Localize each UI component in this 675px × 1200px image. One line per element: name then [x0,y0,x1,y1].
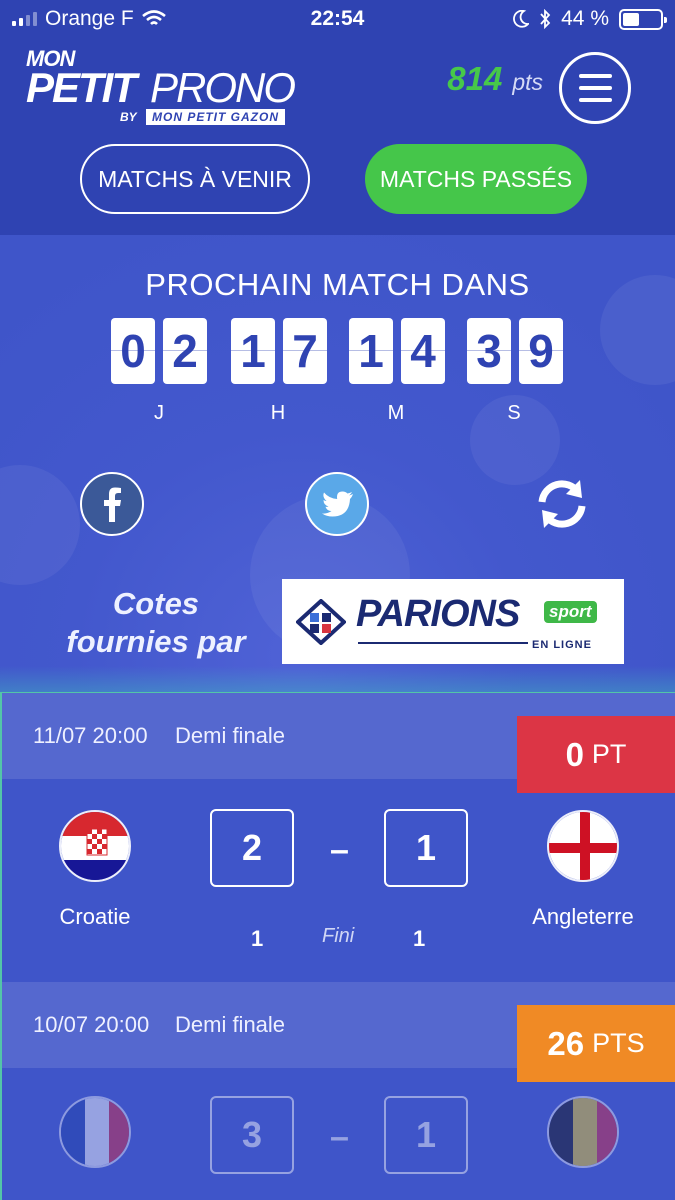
away-score: 1 [384,809,468,887]
parions-sport-tag: sport [544,601,597,623]
app-logo[interactable]: MON PETIT PRONO BY MON PETIT GAZON [26,46,316,126]
countdown-digit: 1 [349,318,393,384]
user-points-value: 814 [447,60,503,97]
app-header: MON PETIT PRONO BY MON PETIT GAZON 814 p… [0,38,675,235]
match-points-badge: 26 PTS [517,1005,675,1082]
belgium-flag-icon [547,1096,619,1168]
battery-icon [619,8,667,30]
battery-percent: 44 % [561,7,609,30]
countdown-label-minutes: M [387,402,405,424]
countdown-digit: 0 [111,318,155,384]
match-points-unit: PTS [592,1028,645,1058]
hamburger-icon [579,74,612,78]
score-separator: – [330,831,349,869]
england-flag-icon [547,810,619,882]
refresh-icon [538,480,586,528]
status-right: 44 % [513,7,667,31]
parions-sport-logo[interactable]: PARIONS sport EN LIGNE [282,579,624,664]
countdown-digit: 1 [231,318,275,384]
sponsor-caption: Cotes fournies par [46,585,266,661]
countdown-digit: 3 [467,318,511,384]
matches-list: 11/07 20:00 Demi finale 0 PT Croatie 2 –… [0,692,675,1200]
away-halftime-score: 1 [413,926,426,951]
tab-past-matches[interactable]: MATCHS PASSÉS [365,144,587,214]
countdown-label-days: J [154,402,164,424]
bluetooth-icon [540,9,551,29]
match-points-unit: PT [591,739,627,769]
moon-icon [513,10,530,28]
user-points: 814 pts [447,60,543,98]
home-score: 2 [210,809,294,887]
parions-en-ligne: EN LIGNE [532,639,592,651]
match-date: 10/07 20:00 [33,1012,150,1037]
logo-by: BY [120,110,137,124]
logo-prono: PRONO [150,64,296,111]
countdown-label-hours: H [270,402,286,424]
home-halftime-score: 1 [251,926,264,951]
match-status: Fini [322,925,355,947]
countdown-digit: 7 [283,318,327,384]
facebook-share-button[interactable] [80,472,144,536]
france-flag-icon [59,1096,131,1168]
twitter-share-button[interactable] [305,472,369,536]
countdown-title: PROCHAIN MATCH DANS [145,267,530,302]
menu-button[interactable] [559,52,631,124]
countdown-digit: 9 [519,318,563,384]
status-bar: Orange F 22:54 44 % [0,0,675,38]
match-points-value: 26 [547,1024,585,1062]
croatia-flag-icon [59,810,131,882]
match-date: 11/07 20:00 [33,723,148,748]
away-score: 1 [384,1096,468,1174]
match-card[interactable]: 11/07 20:00 Demi finale 0 PT Croatie 2 –… [2,693,675,981]
countdown-digit: 4 [401,318,445,384]
parions-word: PARIONS [356,593,520,635]
sponsor-caption-line2: fournies par [66,624,246,659]
logo-petit: PETIT [26,64,137,111]
countdown-digits: 0 2 1 7 1 4 3 9 [111,318,566,384]
twitter-icon [322,491,353,517]
match-points-badge: 0 PT [517,716,675,793]
score-separator: – [330,1118,349,1156]
countdown-label-seconds: S [507,402,521,424]
parions-rule [358,642,528,644]
home-team-name: Croatie [59,904,131,929]
countdown-section: PROCHAIN MATCH DANS 0 2 1 7 1 4 3 9 J H … [0,235,675,692]
match-points-value: 0 [565,735,584,773]
match-round: Demi finale [175,1012,286,1037]
countdown-digit: 2 [163,318,207,384]
match-round: Demi finale [175,723,286,748]
refresh-button[interactable] [530,472,594,536]
facebook-icon [104,487,121,522]
match-card[interactable]: 10/07 20:00 Demi finale 26 PTS 3 – 1 [2,982,675,1200]
user-points-unit: pts [512,69,543,95]
home-score: 3 [210,1096,294,1174]
parions-emblem-icon [296,599,346,645]
logo-gazon: MON PETIT GAZON [146,109,285,125]
sponsor-caption-line1: Cotes [112,586,200,621]
away-team-name: Angleterre [532,904,634,929]
tab-upcoming-matches[interactable]: MATCHS À VENIR [80,144,310,214]
